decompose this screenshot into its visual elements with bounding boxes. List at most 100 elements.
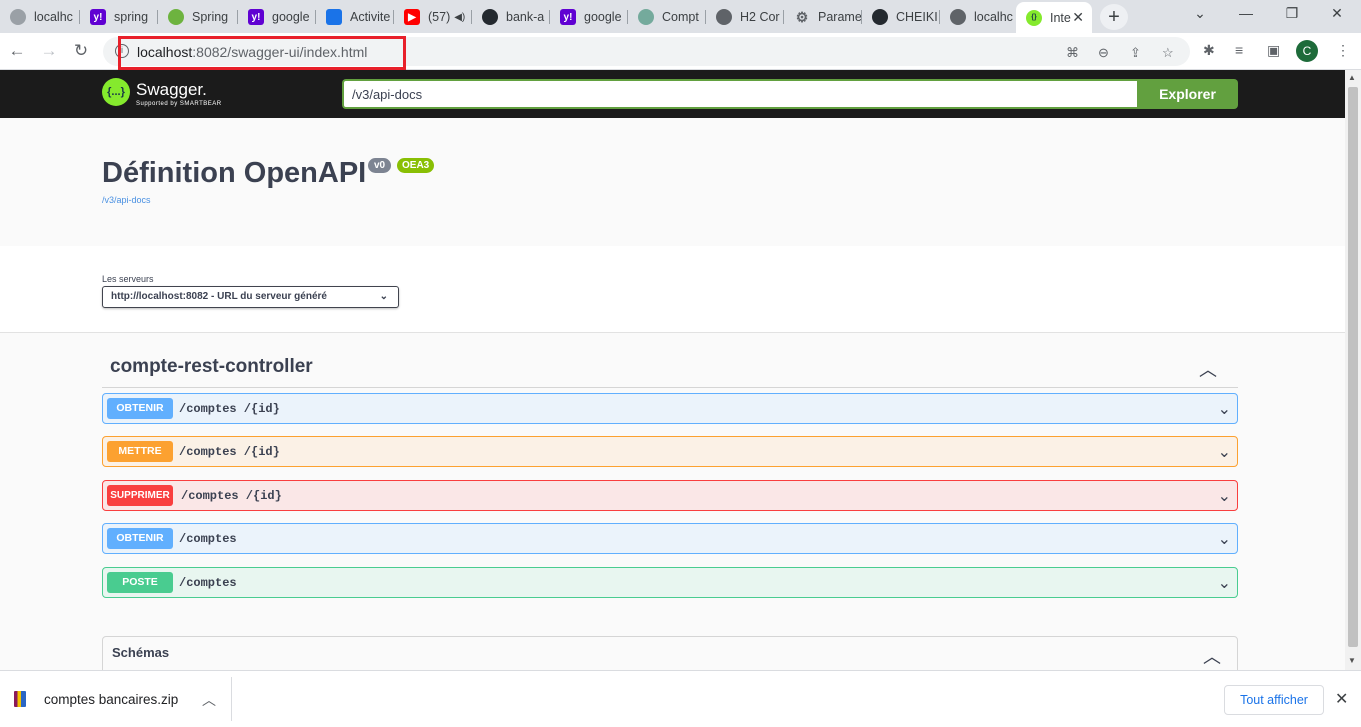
operation-get-comptes[interactable]: OBTENIR /comptes ⌄ xyxy=(102,523,1238,554)
tab-search-icon[interactable]: ⌄ xyxy=(1185,5,1215,22)
tab-spring[interactable]: Spring xyxy=(158,4,238,30)
show-all-button[interactable]: Tout afficher xyxy=(1224,685,1324,715)
tab-swagger-active[interactable]: {} Inte ✕ xyxy=(1016,2,1092,33)
scrollbar-thumb[interactable] xyxy=(1348,87,1358,647)
zip-file-icon xyxy=(14,691,26,707)
schemas-title: Schémas xyxy=(112,645,170,660)
method-badge: OBTENIR xyxy=(107,398,173,419)
operation-path: /comptes xyxy=(179,576,237,590)
minimize-icon[interactable]: — xyxy=(1231,5,1261,21)
yahoo-icon: y! xyxy=(248,9,264,25)
yahoo-icon: y! xyxy=(90,9,106,25)
chevron-up-icon[interactable]: ︿ xyxy=(202,690,216,710)
chevron-down-icon[interactable]: ⌄ xyxy=(1218,442,1231,462)
swagger-logo-subtitle: Supported by SMARTBEAR xyxy=(136,101,222,107)
gear-icon: ⚙ xyxy=(795,8,809,25)
tab-parametres[interactable]: ⚙ Parame xyxy=(784,4,862,30)
close-window-icon[interactable]: ✕ xyxy=(1322,5,1352,22)
operation-delete-compte[interactable]: SUPPRIMER /comptes /{id} ⌄ xyxy=(102,480,1238,511)
tab-activite[interactable]: Activite xyxy=(316,4,394,30)
servers-label: Les serveurs xyxy=(102,274,154,284)
operation-put-compte[interactable]: METTRE /comptes /{id} ⌄ xyxy=(102,436,1238,467)
tab-label: localhc xyxy=(974,10,1013,24)
back-icon[interactable]: ← xyxy=(5,39,29,63)
download-file-name[interactable]: comptes bancaires.zip xyxy=(44,692,178,707)
scroll-up-icon[interactable]: ▲ xyxy=(1348,73,1356,82)
swagger-icon: {} xyxy=(1026,9,1042,26)
tab-label: bank-a xyxy=(506,10,545,24)
tab-yahoo-google-2[interactable]: y! google xyxy=(550,4,628,30)
swagger-logo-icon[interactable]: {...} xyxy=(102,78,130,106)
version-badge: v0 xyxy=(368,158,392,173)
reload-icon[interactable]: ↻ xyxy=(69,39,93,63)
chevron-down-icon[interactable]: ⌄ xyxy=(1218,529,1231,549)
tab-localhost-2[interactable]: localhc xyxy=(940,4,1016,30)
forward-icon[interactable]: → xyxy=(37,39,61,63)
tab-h2-console[interactable]: H2 Cor xyxy=(706,4,784,30)
tab-label: localhc xyxy=(34,10,73,24)
operation-path: /comptes /{id} xyxy=(179,445,280,459)
collapse-chevron-icon[interactable]: ︿ xyxy=(1203,643,1221,669)
page-scrollbar[interactable]: ▲ ▼ xyxy=(1345,70,1361,670)
menu-kebab-icon[interactable]: ⋮ xyxy=(1336,42,1350,59)
maximize-icon[interactable]: ❐ xyxy=(1277,5,1307,22)
tab-yahoo-spring[interactable]: y! spring xyxy=(80,4,158,30)
reading-list-icon[interactable]: ≡ xyxy=(1235,42,1243,58)
globe-icon xyxy=(716,9,732,25)
tab-label: google xyxy=(272,10,310,24)
tab-youtube[interactable]: ▶ (57) ◀) xyxy=(394,4,472,30)
chevron-down-icon[interactable]: ⌄ xyxy=(1218,399,1231,419)
explore-button[interactable]: Explorer xyxy=(1137,79,1238,109)
profile-avatar[interactable]: C xyxy=(1296,40,1318,62)
tab-label: CHEIKI xyxy=(896,10,938,24)
tab-label: Inte xyxy=(1050,10,1071,25)
spec-link[interactable]: /v3/api-docs xyxy=(102,195,151,205)
download-divider xyxy=(231,677,232,721)
close-download-bar-icon[interactable]: ✕ xyxy=(1335,689,1348,709)
extensions-icon[interactable]: ✱ xyxy=(1203,42,1215,59)
tab-label: Parame xyxy=(818,10,862,24)
spec-url-input[interactable] xyxy=(342,79,1138,109)
operation-get-compte-by-id[interactable]: OBTENIR /comptes /{id} ⌄ xyxy=(102,393,1238,424)
github-icon xyxy=(872,9,888,25)
zoom-icon[interactable]: ⊖ xyxy=(1098,45,1109,61)
download-bar: comptes bancaires.zip ︿ Tout afficher ✕ xyxy=(0,670,1361,727)
operation-post-comptes[interactable]: POSTE /comptes ⌄ xyxy=(102,567,1238,598)
tab-chatgpt[interactable]: Compt xyxy=(628,4,706,30)
page-title: Définition OpenAPI xyxy=(102,157,367,189)
swagger-logo-text[interactable]: Swagger. xyxy=(136,80,207,100)
chevron-down-icon[interactable]: ⌄ xyxy=(1218,486,1231,506)
collapse-chevron-icon[interactable]: ︿ xyxy=(1199,356,1217,382)
tab-github-bank[interactable]: bank-a xyxy=(472,4,550,30)
bookmark-star-icon[interactable]: ☆ xyxy=(1162,45,1174,61)
side-panel-icon[interactable]: ▣ xyxy=(1267,42,1280,59)
servers-selected-value: http://localhost:8082 - URL du serveur g… xyxy=(111,291,327,302)
tab-label: H2 Cor xyxy=(740,10,780,24)
swagger-topbar: {...} Swagger. Supported by SMARTBEAR Ex… xyxy=(0,70,1345,118)
tab-label: google xyxy=(584,10,622,24)
yahoo-icon: y! xyxy=(560,9,576,25)
tab-localhost-1[interactable]: localhc xyxy=(0,4,80,30)
share-icon[interactable]: ⇪ xyxy=(1130,45,1141,61)
globe-icon xyxy=(10,9,26,25)
servers-select[interactable]: http://localhost:8082 - URL du serveur g… xyxy=(102,286,399,308)
tab-github-cheiki[interactable]: CHEIKI xyxy=(862,4,940,30)
globe-icon xyxy=(950,9,966,25)
tab-yahoo-google[interactable]: y! google xyxy=(238,4,316,30)
new-tab-button[interactable]: + xyxy=(1100,4,1128,30)
tab-label: Spring xyxy=(192,10,229,24)
oas-badge: OEA3 xyxy=(397,158,435,173)
scroll-down-icon[interactable]: ▼ xyxy=(1348,656,1356,665)
spring-icon xyxy=(168,9,184,25)
translate-icon[interactable]: ⌘ xyxy=(1066,45,1079,61)
chevron-down-icon: ⌄ xyxy=(379,291,388,302)
tab-label: spring xyxy=(114,10,149,24)
url-highlight-box xyxy=(118,36,406,70)
tag-divider xyxy=(102,387,1238,388)
chevron-down-icon[interactable]: ⌄ xyxy=(1218,573,1231,593)
servers-section: Les serveurs http://localhost:8082 - URL… xyxy=(0,246,1345,333)
method-badge: OBTENIR xyxy=(107,528,173,549)
tag-title[interactable]: compte-rest-controller xyxy=(110,356,313,378)
close-tab-icon[interactable]: ✕ xyxy=(1072,9,1084,26)
tab-label: Activite xyxy=(350,10,391,24)
